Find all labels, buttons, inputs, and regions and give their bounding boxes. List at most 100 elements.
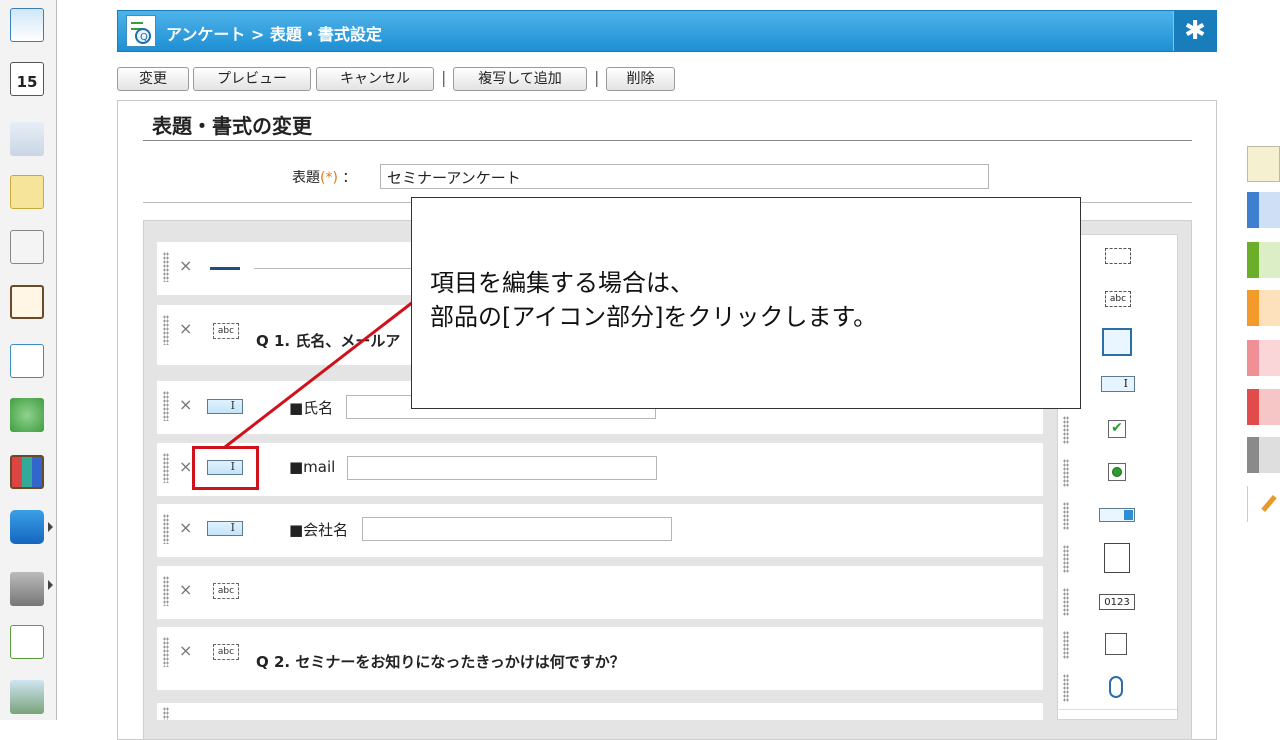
app-logo-icon[interactable]: [10, 625, 44, 659]
copy-add-button[interactable]: 複写して追加: [453, 67, 587, 91]
drag-handle[interactable]: [163, 514, 169, 544]
facility-icon[interactable]: [10, 122, 44, 156]
palette-item-dropdown[interactable]: [1059, 494, 1177, 538]
breadcrumb: アンケート > 表題・書式設定: [166, 25, 382, 44]
survey-icon[interactable]: [10, 344, 44, 378]
text-part-icon[interactable]: abc: [213, 583, 239, 599]
form-row-partial[interactable]: [157, 703, 1043, 720]
palette-item-checkbox[interactable]: ✔: [1059, 408, 1177, 452]
drag-handle[interactable]: [1063, 588, 1069, 616]
chevron-right-icon[interactable]: [48, 580, 53, 590]
cancel-button[interactable]: キャンセル: [316, 67, 434, 91]
textbox-icon: I: [1101, 376, 1135, 392]
palette-item-memo[interactable]: [1059, 623, 1177, 667]
required-mark: (*): [320, 170, 338, 186]
drag-handle[interactable]: [1063, 416, 1069, 444]
side-widget-icon[interactable]: [1247, 146, 1280, 182]
company-input[interactable]: [362, 517, 672, 541]
calendar-day-label: 15: [16, 73, 38, 91]
toolbar-separator: |: [441, 68, 447, 87]
callout-line-2: 部品の[アイコン部分]をクリックします。: [430, 303, 878, 331]
text-part-icon[interactable]: abc: [213, 323, 239, 339]
toolbar-separator: |: [594, 68, 600, 87]
color-tab-orange[interactable]: [1247, 290, 1280, 326]
palette-item-radio[interactable]: [1059, 451, 1177, 495]
survey-app-icon: Q: [126, 15, 156, 47]
textbox-part-icon[interactable]: I: [207, 399, 243, 414]
sidebar-divider: [56, 0, 57, 720]
close-icon[interactable]: ×: [179, 256, 192, 275]
color-tab-green[interactable]: [1247, 242, 1280, 278]
calendar-icon[interactable]: 15: [10, 62, 44, 96]
chevron-right-icon[interactable]: [48, 522, 53, 532]
form-row-text[interactable]: × abc Q 2. セミナーをお知りになったきっかけは何ですか？: [157, 627, 1043, 690]
title-label-text: 表題: [292, 170, 320, 186]
callout-line-1: 項目を編集する場合は、: [430, 269, 694, 297]
mail-input[interactable]: [347, 456, 657, 480]
color-tab-blue[interactable]: [1247, 192, 1280, 228]
drag-handle[interactable]: [163, 576, 169, 606]
close-icon[interactable]: ×: [179, 641, 192, 660]
number-icon: 0123: [1099, 594, 1135, 610]
preview-button[interactable]: プレビュー: [193, 67, 311, 91]
label-colon: ：: [342, 170, 357, 186]
color-tab-red[interactable]: [1247, 389, 1280, 425]
drag-handle[interactable]: [1063, 545, 1069, 573]
drag-handle[interactable]: [163, 252, 169, 282]
field-label: ■氏名: [289, 399, 334, 417]
drag-handle[interactable]: [1063, 502, 1069, 530]
radio-dot: [1112, 467, 1122, 477]
delete-button[interactable]: 削除: [606, 67, 675, 91]
callout-text: 項目を編集する場合は、 部品の[アイコン部分]をクリックします。: [430, 266, 877, 334]
paperclip-icon: [1109, 676, 1123, 698]
text-part-icon[interactable]: abc: [213, 644, 239, 660]
callout-box: 項目を編集する場合は、 部品の[アイコン部分]をクリックします。: [411, 197, 1081, 409]
form-row-text[interactable]: × abc: [157, 566, 1043, 619]
drag-handle[interactable]: [1063, 459, 1069, 487]
drag-handle[interactable]: [1063, 674, 1069, 702]
palette-item-listbox[interactable]: [1059, 537, 1177, 581]
change-button[interactable]: 変更: [117, 67, 189, 91]
gear-icon[interactable]: ✱: [1173, 11, 1216, 51]
title-field-label: 表題(*) ：: [292, 167, 356, 187]
folder-icon[interactable]: [10, 572, 44, 606]
dropdown-icon: [1099, 508, 1135, 522]
color-tab-pink[interactable]: [1247, 340, 1280, 376]
title-input[interactable]: セミナーアンケート: [380, 164, 989, 189]
textarea-icon: [1102, 328, 1132, 356]
question-label: Q 2. セミナーをお知りになったきっかけは何ですか？: [256, 653, 625, 671]
memo-icon[interactable]: [10, 175, 44, 209]
close-icon[interactable]: ×: [179, 457, 192, 476]
close-icon[interactable]: ×: [179, 395, 192, 414]
chevron-down-icon: [1124, 510, 1133, 520]
cabinet-icon[interactable]: [10, 455, 44, 489]
table-icon: [1105, 248, 1131, 264]
close-icon[interactable]: ×: [179, 580, 192, 599]
textbox-part-icon[interactable]: I: [207, 521, 243, 536]
highlight-box: [192, 446, 259, 490]
drag-handle[interactable]: [1063, 631, 1069, 659]
color-tab-gray[interactable]: [1247, 437, 1280, 473]
drag-handle[interactable]: [163, 637, 169, 667]
separator-line-icon[interactable]: [210, 267, 240, 270]
close-icon[interactable]: ×: [179, 518, 192, 537]
drag-handle[interactable]: [163, 453, 169, 483]
svg-text:Q: Q: [140, 32, 148, 43]
portal-icon[interactable]: [10, 8, 44, 42]
close-icon[interactable]: ×: [179, 319, 192, 338]
pencil-icon[interactable]: [1247, 486, 1280, 522]
workflow-icon[interactable]: [10, 398, 44, 432]
clipboard-icon[interactable]: [10, 285, 44, 319]
neo-icon[interactable]: [10, 510, 44, 544]
palette-item-attachment[interactable]: [1059, 666, 1177, 710]
radio-icon: [1108, 463, 1126, 481]
drag-handle[interactable]: [163, 707, 169, 720]
drag-handle[interactable]: [163, 391, 169, 421]
palette-item-number[interactable]: 0123: [1059, 580, 1177, 624]
form-row-input[interactable]: × I ■会社名: [157, 504, 1043, 557]
field-label: ■mail: [289, 458, 336, 476]
bulletin-icon[interactable]: [10, 230, 44, 264]
drag-handle[interactable]: [163, 315, 169, 345]
form-row-input[interactable]: × I ■mail: [157, 443, 1043, 496]
banner-icon[interactable]: [10, 680, 44, 714]
